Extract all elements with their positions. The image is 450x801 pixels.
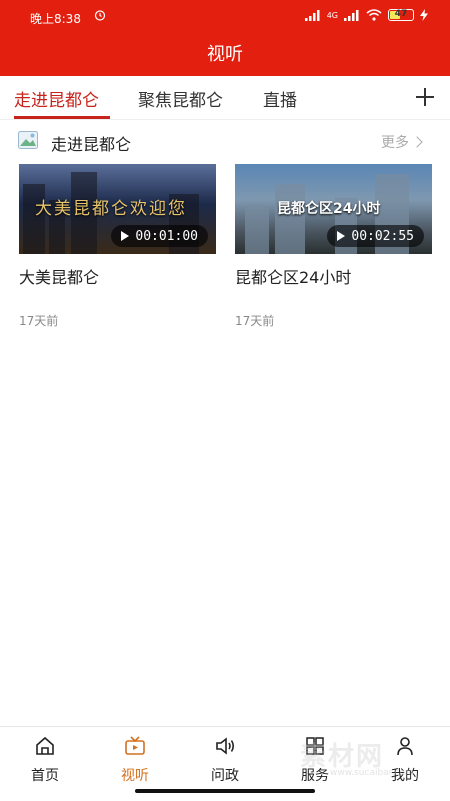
speaker-icon [216,737,235,755]
video-age: 17天前 [19,314,59,328]
duration-text: 00:01:00 [135,228,198,244]
duration-text: 00:02:55 [351,228,414,244]
tab-jujiao[interactable]: 聚焦昆都仑 [138,86,223,111]
nav-inquiry[interactable]: 问政 [195,735,255,785]
nav-home[interactable]: 首页 [15,735,75,785]
tab-zoujin[interactable]: 走进昆都仑 [14,86,99,111]
top-bar: 晚上8:38 4G 47 视听 [0,0,450,76]
status-bar: 晚上8:38 4G 47 [0,0,450,34]
network-type: 4G [326,10,338,20]
nav-label: 视听 [121,768,149,784]
status-right: 4G 47 [304,9,428,21]
video-thumbnail[interactable]: 大美昆都仑欢迎您 00:01:00 [19,164,216,254]
charging-icon [420,9,428,21]
alarm-icon [94,10,106,21]
home-indicator[interactable] [135,789,315,793]
nav-label: 首页 [31,768,59,784]
play-icon [337,231,346,241]
battery-icon: 47 [388,9,414,21]
thumbnail-caption: 大美昆都仑欢迎您 [35,199,187,219]
status-time: 晚上8:38 [30,12,81,26]
signal-icon [304,9,320,21]
thumbnail-caption: 昆都仑区24小时 [277,201,381,217]
duration-badge: 00:02:55 [327,225,424,247]
video-card[interactable]: 昆都仑区24小时 00:02:55 昆都仑区24小时 17天前 [235,164,432,329]
page-title: 视听 [207,44,243,65]
tab-live[interactable]: 直播 [263,86,297,111]
battery-level: 47 [394,9,408,19]
more-label: 更多 [381,135,409,151]
add-channel-icon[interactable] [414,86,436,108]
tv-icon [125,736,145,755]
tabs-divider [0,119,450,120]
play-icon [121,231,130,241]
home-icon [36,736,54,755]
video-age: 17天前 [235,314,275,328]
nav-label: 问政 [211,768,239,784]
image-icon [18,131,38,149]
video-title[interactable]: 昆都仑区24小时 [235,264,432,288]
duration-badge: 00:01:00 [111,225,208,247]
video-thumbnail[interactable]: 昆都仑区24小时 00:02:55 [235,164,432,254]
wifi-icon [366,9,382,21]
more-link[interactable]: 更多 [381,132,423,152]
nav-media[interactable]: 视听 [105,735,165,785]
chevron-right-icon [411,136,423,148]
category-tabs: 走进昆都仑 聚焦昆都仑 直播 [0,76,450,120]
section-title: 走进昆都仑 [51,135,132,154]
watermark-url: www.sucaibar.com [330,768,414,778]
signal-icon-2 [344,9,359,21]
user-icon [397,737,413,756]
video-card[interactable]: 大美昆都仑欢迎您 00:01:00 大美昆都仑 17天前 [19,164,216,329]
video-title[interactable]: 大美昆都仑 [19,264,216,288]
